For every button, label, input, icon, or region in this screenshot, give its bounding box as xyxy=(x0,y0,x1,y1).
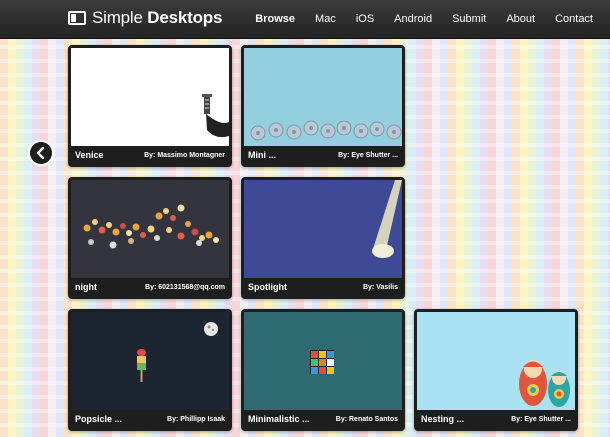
nav-submit[interactable]: Submit xyxy=(452,13,486,25)
card-caption: Venice By: Massimo Montagner xyxy=(71,146,229,164)
wallpaper-card-nesting[interactable]: Nesting ... By: Eye Shutter ... xyxy=(414,309,578,431)
card-title[interactable]: Minimalistic ... xyxy=(248,414,310,424)
wallpaper-thumbnail[interactable] xyxy=(244,180,402,278)
card-author[interactable]: By: 602131568@qq.com xyxy=(145,284,225,291)
top-navigation-bar: Simple Desktops Browse Mac iOS Android S… xyxy=(0,0,610,39)
wallpaper-card-spotlight[interactable]: Spotlight By: Vasilis xyxy=(241,177,405,299)
card-author[interactable]: By: Eye Shutter ... xyxy=(338,152,398,159)
nav-ios[interactable]: iOS xyxy=(356,13,374,25)
card-caption: Popsicle ... By: Phillipp Isaak xyxy=(71,410,229,428)
previous-page-button[interactable] xyxy=(28,140,54,166)
card-author[interactable]: By: Vasilis xyxy=(363,284,398,291)
logo-text-bold: Desktops xyxy=(147,8,223,27)
card-caption: Mini ... By: Eye Shutter ... xyxy=(244,146,402,164)
nav-android[interactable]: Android xyxy=(394,13,432,25)
card-author[interactable]: By: Eye Shutter ... xyxy=(511,416,571,423)
wallpaper-thumbnail[interactable] xyxy=(417,312,575,410)
card-title[interactable]: night xyxy=(75,282,97,292)
card-caption: Spotlight By: Vasilis xyxy=(244,278,402,296)
card-caption: Nesting ... By: Eye Shutter ... xyxy=(417,410,575,428)
site-logo[interactable]: Simple Desktops xyxy=(68,7,222,29)
wallpaper-card-popsicle[interactable]: Popsicle ... By: Phillipp Isaak xyxy=(68,309,232,431)
monitor-icon xyxy=(68,11,86,25)
nav-mac[interactable]: Mac xyxy=(315,13,336,25)
wallpaper-thumbnail[interactable] xyxy=(71,312,229,410)
nesting-dolls-illustration xyxy=(519,360,570,407)
popsicle-illustration xyxy=(137,322,218,382)
main-nav: Browse Mac iOS Android Submit About Cont… xyxy=(255,0,610,38)
card-caption: night By: 602131568@qq.com xyxy=(71,278,229,296)
card-title[interactable]: Spotlight xyxy=(248,282,287,292)
wallpaper-thumbnail[interactable] xyxy=(244,312,402,410)
wallpaper-card-venice[interactable]: Venice By: Massimo Montagner xyxy=(68,45,232,167)
wallpaper-thumbnail[interactable] xyxy=(71,48,229,146)
wallpaper-thumbnail[interactable] xyxy=(71,180,229,278)
nav-browse[interactable]: Browse xyxy=(255,13,295,25)
wallpaper-card-night[interactable]: night By: 602131568@qq.com xyxy=(68,177,232,299)
spotlight-illustration xyxy=(372,180,402,258)
card-caption: Minimalistic ... By: Renato Santos xyxy=(244,410,402,428)
card-title[interactable]: Mini ... xyxy=(248,150,276,160)
wallpaper-card-minimalistic[interactable]: Minimalistic ... By: Renato Santos xyxy=(241,309,405,431)
gears-illustration xyxy=(250,120,402,141)
card-title[interactable]: Nesting ... xyxy=(421,414,464,424)
card-title[interactable]: Popsicle ... xyxy=(75,414,122,424)
chevron-left-icon xyxy=(36,147,45,159)
wallpaper-thumbnail[interactable] xyxy=(244,48,402,146)
card-author[interactable]: By: Renato Santos xyxy=(336,416,398,423)
nav-contact[interactable]: Contact xyxy=(555,13,593,25)
card-author[interactable]: By: Massimo Montagner xyxy=(144,152,225,159)
logo-text-regular: Simple xyxy=(92,8,143,27)
nav-about[interactable]: About xyxy=(506,13,535,25)
wallpaper-card-mini[interactable]: Mini ... By: Eye Shutter ... xyxy=(241,45,405,167)
rubiks-cube-illustration xyxy=(310,350,334,374)
bokeh-lights-illustration xyxy=(83,204,219,249)
logo-text: Simple Desktops xyxy=(92,8,222,28)
card-author[interactable]: By: Phillipp Isaak xyxy=(167,416,225,423)
card-title[interactable]: Venice xyxy=(75,150,104,160)
gondola-illustration xyxy=(202,94,229,138)
